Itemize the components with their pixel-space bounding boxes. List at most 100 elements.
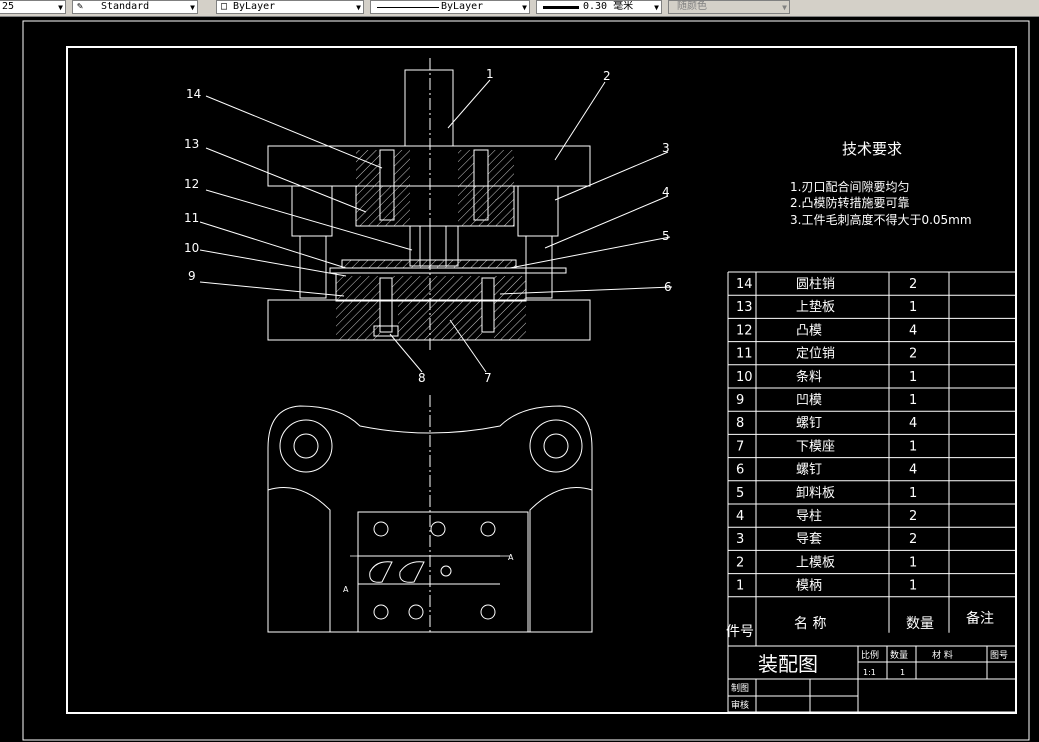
part-no: 2 — [736, 555, 744, 570]
parts-row: 11 定位销 2 — [736, 347, 917, 362]
linetype-dropdown[interactable]: ByLayer ▼ — [370, 0, 530, 14]
part-no: 10 — [736, 370, 753, 385]
parts-row: 5 卸料板 1 — [736, 485, 917, 501]
linetype-value: ByLayer — [441, 1, 484, 12]
callout-12: 12 — [184, 177, 199, 191]
part-name: 凹模 — [796, 393, 822, 408]
part-name: 卸料板 — [796, 485, 835, 501]
section-hatching — [336, 150, 526, 340]
part-qty: 1 — [909, 555, 917, 570]
part-name: 导柱 — [796, 509, 822, 524]
part-qty: 4 — [909, 416, 917, 431]
part-no: 11 — [736, 347, 753, 362]
drawn-label: 制图 — [731, 682, 749, 694]
right-cutout — [529, 487, 593, 632]
color-swatch-icon: □ — [221, 1, 228, 12]
callout-3: 3 — [662, 141, 670, 155]
part-no: 3 — [736, 532, 744, 547]
part-qty: 2 — [909, 277, 917, 292]
die-block-plan — [357, 511, 529, 633]
chevron-down-icon: ▼ — [522, 3, 527, 12]
part-name: 导套 — [796, 531, 822, 547]
callout-5: 5 — [662, 229, 670, 243]
guide-hole-right-inner — [543, 433, 569, 459]
color-value: ByLayer — [233, 1, 276, 12]
callout-6: 6 — [664, 280, 672, 294]
parts-list-header: 件号 名 称 数量 备注 — [726, 610, 994, 640]
parts-row: 4 导柱 2 — [736, 509, 917, 524]
part-name: 圆柱销 — [796, 277, 835, 292]
part-qty: 1 — [909, 439, 917, 454]
part-no: 9 — [736, 393, 744, 408]
header-qty: 数量 — [906, 616, 934, 632]
drawing-no-label: 图号 — [990, 650, 1008, 661]
layer-dropdown[interactable]: 25 ▼ — [0, 0, 66, 14]
text-style-value: Standard — [101, 1, 150, 12]
part-qty: 4 — [909, 463, 917, 478]
lineweight-value: 0.30 毫米 — [583, 1, 634, 12]
drawing-canvas[interactable]: 1 2 3 4 5 6 7 8 9 10 11 12 13 14 A A 技术要 — [0, 17, 1039, 742]
plot-style-dropdown[interactable]: 随颜色 ▼ — [668, 0, 790, 14]
part-no: 6 — [736, 463, 744, 478]
part-name: 凸模 — [796, 323, 822, 338]
part-qty: 1 — [909, 370, 917, 385]
properties-toolbar: 25 ▼ ✎ Standard ▼ □ ByLayer ▼ ByLayer ▼ 0.30… — [0, 0, 1039, 17]
part-no: 5 — [736, 486, 744, 501]
callout-2: 2 — [603, 69, 611, 83]
part-qty: 2 — [909, 347, 917, 362]
lineweight-dropdown[interactable]: 0.30 毫米 ▼ — [536, 0, 662, 14]
guide-bushing-right — [517, 185, 559, 237]
color-dropdown[interactable]: □ ByLayer ▼ — [216, 0, 364, 14]
layer-value: 25 — [2, 1, 15, 12]
plan-view — [267, 395, 593, 633]
part-name: 模柄 — [796, 579, 822, 594]
upper-die-plate — [267, 145, 591, 187]
part-no: 1 — [736, 579, 744, 594]
header-part-no: 件号 — [726, 624, 754, 640]
parts-row: 12 凸模 4 — [736, 323, 917, 338]
parts-row: 1 模柄 1 — [736, 579, 917, 594]
section-marker-a-left: A — [343, 585, 349, 594]
parts-row: 2 上模板 1 — [736, 555, 917, 570]
plot-style-value: 随颜色 — [677, 1, 707, 12]
part-no: 7 — [736, 439, 744, 454]
guide-hole-left-inner — [293, 433, 319, 459]
guide-hole-right-outer — [529, 419, 583, 473]
part-no: 8 — [736, 416, 744, 431]
section-marker-a-right: A — [508, 553, 514, 562]
material-label: 材 料 — [932, 649, 953, 661]
parts-list-table: 14 圆柱销 213 上垫板 112 凸模 411 定位销 210 条料 19 凹模 18 螺钉 47 下模座… — [727, 271, 1017, 646]
strip — [329, 267, 567, 274]
screw-left — [379, 277, 393, 333]
tech-req-item-1: 1.刃口配合间隙要均匀 — [790, 179, 909, 194]
drawing-title: 装配图 — [758, 652, 818, 676]
guide-post-right — [525, 235, 553, 299]
chevron-down-icon: ▼ — [654, 3, 659, 12]
chevron-down-icon: ▼ — [782, 3, 787, 12]
part-name: 定位销 — [796, 347, 835, 362]
part-qty: 1 — [909, 486, 917, 501]
chevron-down-icon: ▼ — [58, 3, 63, 12]
parts-row: 9 凹模 1 — [736, 393, 917, 408]
callout-14: 14 — [186, 87, 201, 101]
tech-req-item-2: 2.凸模防转措施要可靠 — [790, 195, 909, 210]
chevron-down-icon: ▼ — [356, 3, 361, 12]
parts-row: 8 螺钉 4 — [736, 416, 917, 431]
part-qty: 2 — [909, 509, 917, 524]
parts-row: 6 螺钉 4 — [736, 463, 917, 478]
text-style-dropdown[interactable]: ✎ Standard ▼ — [72, 0, 198, 14]
part-name: 上模板 — [796, 555, 835, 570]
parts-row: 7 下模座 1 — [736, 439, 917, 454]
part-name: 上垫板 — [796, 299, 835, 315]
callout-1: 1 — [486, 67, 494, 81]
screw-right — [481, 277, 495, 333]
title-block: 装配图 比例 数量 材 料 图号 1:1 1 制图 审核 — [731, 649, 1008, 711]
part-name: 下模座 — [796, 439, 835, 454]
left-cutout — [267, 487, 331, 632]
qty-value: 1 — [900, 668, 905, 677]
callout-8: 8 — [418, 371, 426, 385]
callout-4: 4 — [662, 185, 670, 199]
guide-hole-left-outer — [279, 419, 333, 473]
part-qty: 1 — [909, 579, 917, 594]
qty-label: 数量 — [890, 649, 908, 661]
